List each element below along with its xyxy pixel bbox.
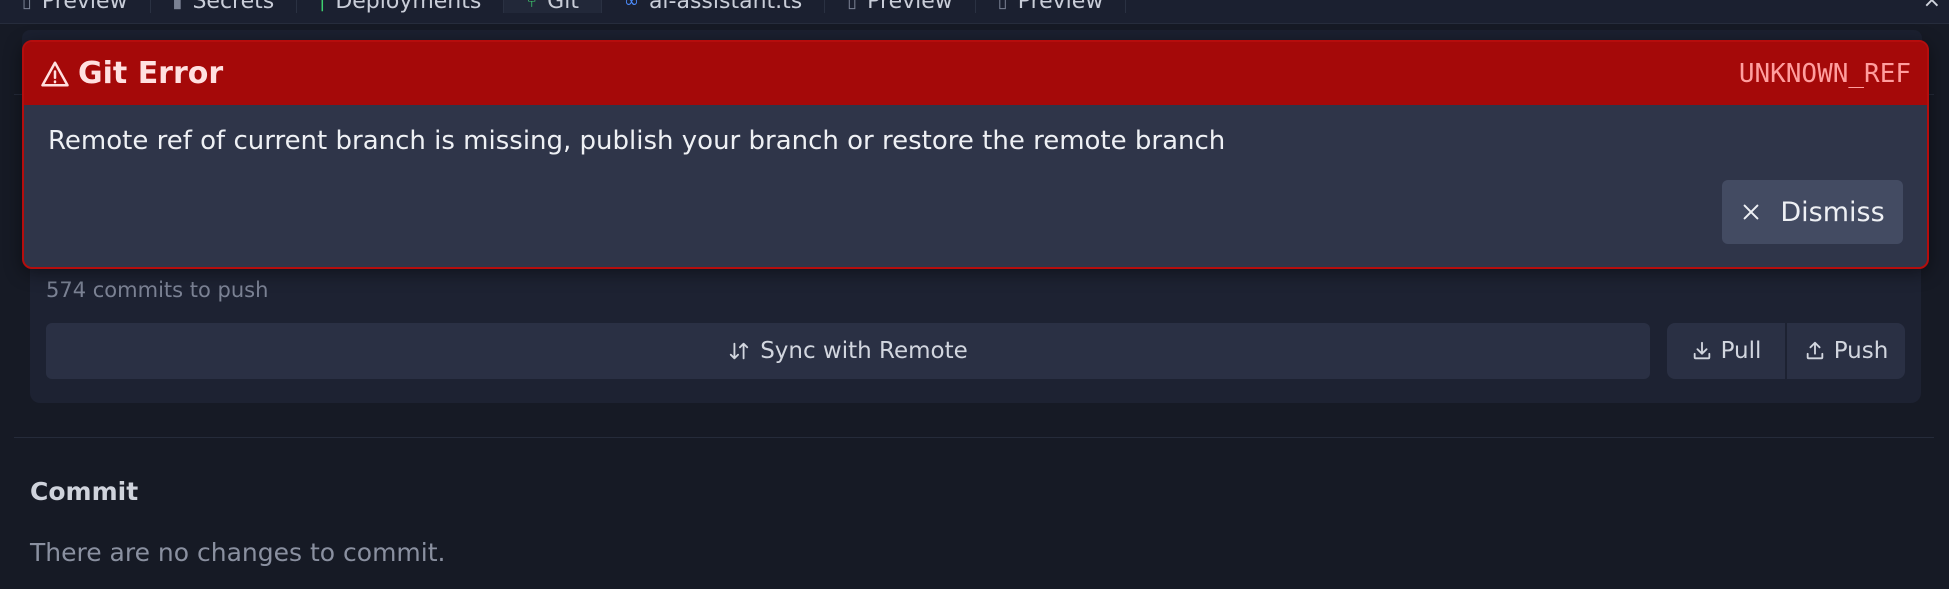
dismiss-label: Dismiss (1780, 196, 1885, 228)
push-button[interactable]: Push (1787, 323, 1905, 379)
tab-preview-3[interactable]: ▯ Preview (976, 0, 1127, 14)
dismiss-button[interactable]: Dismiss (1722, 180, 1903, 244)
close-icon (1743, 204, 1759, 220)
upload-icon (1806, 341, 1823, 360)
lock-icon: ▮ (172, 0, 183, 12)
pull-label: Pull (1720, 338, 1762, 364)
tab-secrets[interactable]: ▮ Secrets (151, 0, 298, 14)
code-icon: ∞ (623, 0, 639, 12)
error-title: Git Error (78, 56, 224, 91)
tab-preview-2[interactable]: ▯ Preview (825, 0, 976, 14)
error-title-group: Git Error (40, 56, 223, 91)
deploy-icon: | (319, 0, 326, 12)
git-icon: ⑂ (526, 0, 538, 12)
tab-ai-assistant[interactable]: ∞ ai-assistant.ts (602, 0, 826, 14)
tab-deployments[interactable]: | Deployments (297, 0, 505, 14)
divider (14, 437, 1934, 438)
error-code: UNKNOWN_REF (1738, 58, 1911, 89)
tab-label: ai-assistant.ts (648, 0, 803, 14)
tab-bar: ▯ Preview ▮ Secrets | Deployments ⑂ Git … (0, 0, 1949, 24)
file-icon: ▯ (997, 0, 1008, 12)
tab-git[interactable]: ⑂ Git (504, 0, 602, 14)
download-icon (1693, 341, 1710, 360)
sort-arrows-icon (730, 342, 749, 360)
error-header: Git Error UNKNOWN_REF (24, 42, 1927, 105)
file-icon: ▯ (847, 0, 858, 12)
tab-label: Preview (867, 0, 953, 14)
push-label: Push (1833, 338, 1889, 364)
git-error-dialog: Git Error UNKNOWN_REF Remote ref of curr… (22, 40, 1929, 269)
sync-with-remote-button[interactable]: Sync with Remote (46, 323, 1650, 379)
sync-label: Sync with Remote (760, 338, 968, 364)
commits-to-push: 574 commits to push (46, 278, 269, 302)
commit-empty-text: There are no changes to commit. (30, 538, 446, 567)
tab-label: Preview (1017, 0, 1104, 14)
commit-heading: Commit (30, 477, 139, 506)
pull-push-group: Pull Push (1667, 323, 1905, 379)
close-icon[interactable]: × (1923, 0, 1941, 13)
tab-label: Preview (41, 0, 128, 14)
pull-button[interactable]: Pull (1667, 323, 1785, 379)
warning-icon (41, 61, 69, 86)
tab-preview-1[interactable]: ▯ Preview (0, 0, 151, 14)
error-message: Remote ref of current branch is missing,… (48, 126, 1226, 156)
tab-label: Git (547, 0, 579, 14)
tab-label: Secrets (192, 0, 275, 14)
tab-label: Deployments (335, 0, 482, 14)
file-icon: ▯ (22, 0, 32, 12)
